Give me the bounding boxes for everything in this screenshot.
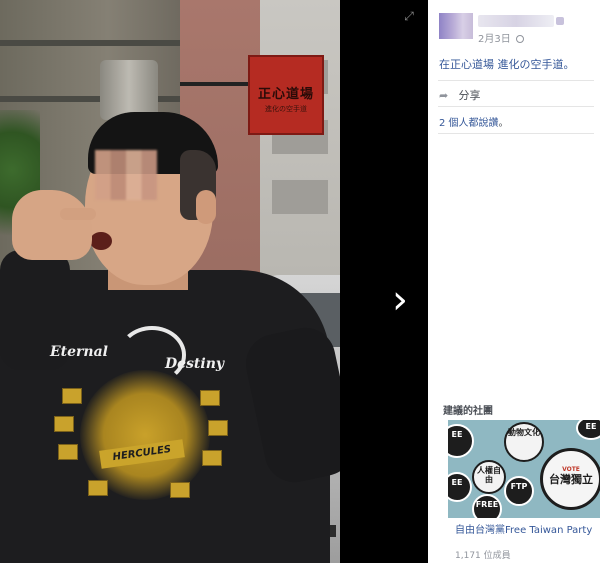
cover-badge: EE bbox=[448, 424, 474, 458]
person-hand bbox=[12, 190, 92, 260]
post-date[interactable]: 2月3日 bbox=[478, 30, 524, 45]
share-label: 分享 bbox=[458, 89, 481, 102]
shirt-print-panel bbox=[58, 444, 78, 460]
photo[interactable]: 正心道場 進化の空手道 LEXUS Eternal D bbox=[0, 0, 340, 563]
cover-badge: FTP bbox=[504, 476, 534, 506]
person-mouth bbox=[90, 232, 112, 250]
divider bbox=[438, 133, 594, 134]
shirt-print-panel bbox=[208, 420, 228, 436]
likes-suffix: 。 bbox=[498, 118, 509, 129]
building-right bbox=[260, 0, 340, 290]
dojo-sign-title: 正心道場 bbox=[257, 87, 314, 102]
dojo-sign-subtitle: 進化の空手道 bbox=[265, 105, 307, 113]
face-blur bbox=[95, 150, 157, 200]
post-text[interactable]: 在正心道場 進化の空手道。 bbox=[439, 56, 597, 72]
share-button[interactable]: ➦ 分享 bbox=[439, 87, 481, 103]
cover-badge: 人權自由 bbox=[472, 460, 506, 494]
post-date-text: 2月3日 bbox=[478, 34, 511, 45]
cover-badge: FREE bbox=[472, 494, 502, 518]
likes-link[interactable]: 2 個人都說讚。 bbox=[439, 114, 509, 129]
window bbox=[272, 180, 328, 214]
recommended-groups-heading: 建議的社團 bbox=[443, 406, 493, 417]
author-name-blurred bbox=[556, 17, 564, 25]
person-ear bbox=[196, 190, 216, 224]
shirt-print-panel bbox=[88, 480, 108, 496]
cover-badge-main: VOTE 台灣獨立 bbox=[540, 448, 600, 510]
sign-bracket bbox=[180, 82, 250, 86]
recommended-group-name[interactable]: 自由台灣黨Free Taiwan Party bbox=[455, 524, 595, 537]
recommended-group-members: 1,171 位成員 bbox=[455, 551, 511, 561]
shirt-print-panel bbox=[200, 390, 220, 406]
share-icon: ➦ bbox=[439, 89, 449, 102]
dojo-sign: 正心道場 進化の空手道 bbox=[248, 55, 324, 135]
expand-icon[interactable]: ⤢ bbox=[402, 9, 416, 23]
cover-badge: EE bbox=[576, 420, 600, 440]
shirt-print-panel bbox=[62, 388, 82, 404]
cover-badge-text: 台灣獨立 bbox=[549, 472, 593, 486]
divider bbox=[438, 80, 594, 81]
globe-icon bbox=[515, 35, 524, 43]
water-tank bbox=[100, 60, 158, 120]
shirt-print-panel bbox=[54, 416, 74, 432]
shirt-print-panel bbox=[202, 450, 222, 466]
person-finger bbox=[60, 208, 96, 220]
photo-panel: 正心道場 進化の空手道 LEXUS Eternal D bbox=[0, 0, 428, 563]
shirt-print-panel bbox=[170, 482, 190, 498]
author-name-blurred[interactable] bbox=[478, 15, 554, 27]
chevron-right-icon: › bbox=[392, 277, 408, 323]
likes-label: 2 個人都說讚 bbox=[439, 118, 499, 129]
post-sidebar: 2月3日 在正心道場 進化の空手道。 ➦ 分享 2 個人都說讚。 建議的社團 E… bbox=[428, 0, 600, 563]
next-photo-button[interactable]: › bbox=[384, 276, 416, 324]
avatar[interactable] bbox=[439, 13, 473, 39]
shirt-print-word-left: Eternal bbox=[50, 344, 108, 360]
balcony bbox=[0, 40, 180, 46]
photo-viewer: 正心道場 進化の空手道 LEXUS Eternal D bbox=[0, 0, 600, 563]
shirt-print-word-right: Destiny bbox=[165, 356, 225, 372]
cover-badge: EE bbox=[448, 472, 472, 502]
divider bbox=[438, 106, 594, 107]
shirt-print: Eternal Destiny HERCULES bbox=[40, 320, 240, 510]
recommended-group-cover[interactable]: EE 動物文化 VOTE 台灣獨立 人權自由 FTP EE FREE EE bbox=[448, 420, 600, 518]
cover-badge: 動物文化 bbox=[504, 422, 544, 462]
